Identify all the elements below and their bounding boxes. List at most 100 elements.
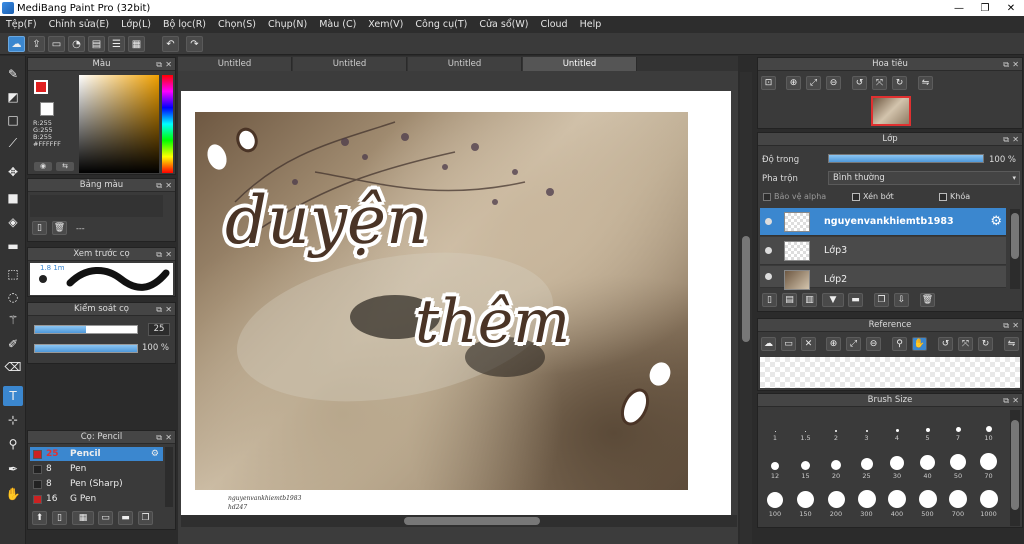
zoom-in-icon[interactable]: ⊕	[786, 76, 801, 90]
popout-icon[interactable]: ⧉	[156, 431, 162, 444]
brush-size-option[interactable]: 4	[883, 412, 911, 442]
popout-icon[interactable]: ⧉	[156, 179, 162, 192]
trash-icon[interactable]: 🗑	[52, 221, 67, 235]
menu-tools[interactable]: Công cụ(T)	[409, 19, 473, 30]
reference-area[interactable]	[760, 357, 1020, 388]
brush-size-option[interactable]: 7	[944, 412, 972, 442]
dropper-icon[interactable]: ⚲	[892, 337, 907, 351]
folder-open-icon[interactable]: ▭	[781, 337, 796, 351]
duplicate-icon[interactable]: ❐	[874, 293, 889, 307]
brush-icon[interactable]: ✎	[3, 64, 23, 84]
brush-copy-icon[interactable]: ▦	[72, 511, 94, 525]
brush-new-icon[interactable]: ▯	[52, 511, 67, 525]
brush-item-pencil[interactable]: 25 Pencil ⚙	[30, 447, 163, 461]
brush-size-value[interactable]: 25	[148, 323, 170, 336]
popout-icon[interactable]: ⧉	[156, 58, 162, 71]
zoom-out-icon[interactable]: ⊖	[866, 337, 881, 351]
select-pen-icon[interactable]: ✐	[3, 334, 23, 354]
hand-icon[interactable]: ✋	[912, 337, 927, 351]
layer-scrollbar[interactable]	[1010, 209, 1020, 289]
brush-size-option[interactable]: 100	[761, 488, 789, 518]
brush-size-option[interactable]: 400	[883, 488, 911, 518]
color-mode-icon[interactable]: ◉	[34, 162, 52, 171]
grid-icon[interactable]: ▦	[128, 36, 145, 52]
secondary-color-swatch[interactable]	[40, 102, 54, 116]
clipping-checkbox[interactable]: Xén bớt	[852, 192, 894, 201]
close-icon[interactable]: ✕	[1012, 319, 1019, 332]
list-icon[interactable]: ☰	[108, 36, 125, 52]
new-raster-icon[interactable]: ▤	[782, 293, 797, 307]
eye-icon[interactable]	[765, 273, 772, 280]
popout-icon[interactable]: ⧉	[1003, 394, 1009, 407]
gear-icon[interactable]: ⚙	[151, 447, 159, 461]
menu-cloud[interactable]: Cloud	[534, 19, 573, 30]
brush-opacity-slider[interactable]	[34, 344, 138, 353]
comment-icon[interactable]: ▭	[48, 36, 65, 52]
brush-size-option[interactable]: 1000	[975, 488, 1003, 518]
share-icon[interactable]: ⇪	[28, 36, 45, 52]
rotate-right-icon[interactable]: ↻	[978, 337, 993, 351]
brush-add-icon[interactable]: ⬆	[32, 511, 47, 525]
brush-item-pen[interactable]: 8 Pen	[30, 462, 163, 476]
gradient-icon[interactable]: ▬	[3, 236, 23, 256]
menu-file[interactable]: Tệp(F)	[0, 19, 43, 30]
brush-size-option[interactable]: 150	[792, 488, 820, 518]
brush-size-option[interactable]: 15	[792, 450, 820, 480]
brush-size-option[interactable]: 1.5	[792, 412, 820, 442]
chat-icon[interactable]: ◔	[68, 36, 85, 52]
redo-icon[interactable]: ↷	[186, 36, 203, 52]
fill-rect-icon[interactable]: ■	[3, 188, 23, 208]
flip-icon[interactable]: ⇋	[918, 76, 933, 90]
layer-opacity-slider[interactable]	[828, 154, 984, 163]
reset-rotation-icon[interactable]: ⤧	[872, 76, 887, 90]
close-button[interactable]: ✕	[998, 0, 1024, 16]
popout-icon[interactable]: ⧉	[1003, 319, 1009, 332]
popout-icon[interactable]: ⧉	[156, 248, 162, 261]
lock-checkbox[interactable]: Khóa	[939, 192, 970, 201]
eraser-icon[interactable]: ◩	[3, 87, 23, 107]
rectangle-icon[interactable]: □	[3, 110, 23, 130]
brush-size-option[interactable]: 70	[975, 450, 1003, 480]
bucket-icon[interactable]: ◈	[3, 212, 23, 232]
navigator-thumbnail[interactable]	[871, 96, 911, 126]
rotate-right-icon[interactable]: ↻	[892, 76, 907, 90]
text-icon[interactable]: T	[3, 386, 23, 406]
move-icon[interactable]: ✥	[3, 162, 23, 182]
new-halftone-icon[interactable]: ▥	[802, 293, 817, 307]
brush-size-option[interactable]: 12	[761, 450, 789, 480]
layer-item-lop2[interactable]: Lớp2	[760, 266, 1006, 290]
zoom-fit-icon[interactable]: ⊡	[761, 76, 776, 90]
fit-window-icon[interactable]: ⤢	[806, 76, 821, 90]
menu-filter[interactable]: Bộ lọc(R)	[157, 19, 212, 30]
eye-icon[interactable]	[765, 247, 772, 254]
popout-icon[interactable]: ⧉	[1003, 58, 1009, 71]
close-icon[interactable]: ✕	[1012, 58, 1019, 71]
gear-icon[interactable]: ⚙	[990, 214, 1002, 229]
menu-help[interactable]: Help	[574, 19, 608, 30]
brush-size-scrollbar[interactable]	[1010, 410, 1020, 526]
close-reference-icon[interactable]: ✕	[801, 337, 816, 351]
canvas-image[interactable]: duyện thêm	[195, 112, 688, 490]
zoom-in-icon[interactable]: ⊕	[826, 337, 841, 351]
dropper-icon[interactable]: ⚲	[3, 434, 23, 454]
rotate-left-icon[interactable]: ↺	[938, 337, 953, 351]
hue-slider[interactable]	[162, 75, 173, 173]
palette-area[interactable]	[30, 195, 163, 217]
tab-untitled-3[interactable]: Untitled	[408, 57, 522, 71]
menu-capture[interactable]: Chụp(N)	[262, 19, 313, 30]
reset-rotation-icon[interactable]: ⤧	[958, 337, 973, 351]
brush-size-slider[interactable]	[34, 325, 138, 334]
menu-view[interactable]: Xem(V)	[362, 19, 409, 30]
pen-select-icon[interactable]: ✒	[3, 459, 23, 479]
close-icon[interactable]: ✕	[165, 248, 172, 261]
flip-icon[interactable]: ⇋	[1004, 337, 1019, 351]
popout-icon[interactable]: ⧉	[1003, 133, 1009, 146]
brush-size-option[interactable]: 200	[822, 488, 850, 518]
undo-icon[interactable]: ↶	[162, 36, 179, 52]
popout-icon[interactable]: ⧉	[156, 303, 162, 316]
select-eraser-icon[interactable]: ⌫	[3, 357, 23, 377]
hand-icon[interactable]: ✋	[3, 484, 23, 504]
new-layer-icon[interactable]: ▯	[762, 293, 777, 307]
tab-untitled-1[interactable]: Untitled	[178, 57, 292, 71]
menu-color[interactable]: Màu (C)	[313, 19, 362, 30]
